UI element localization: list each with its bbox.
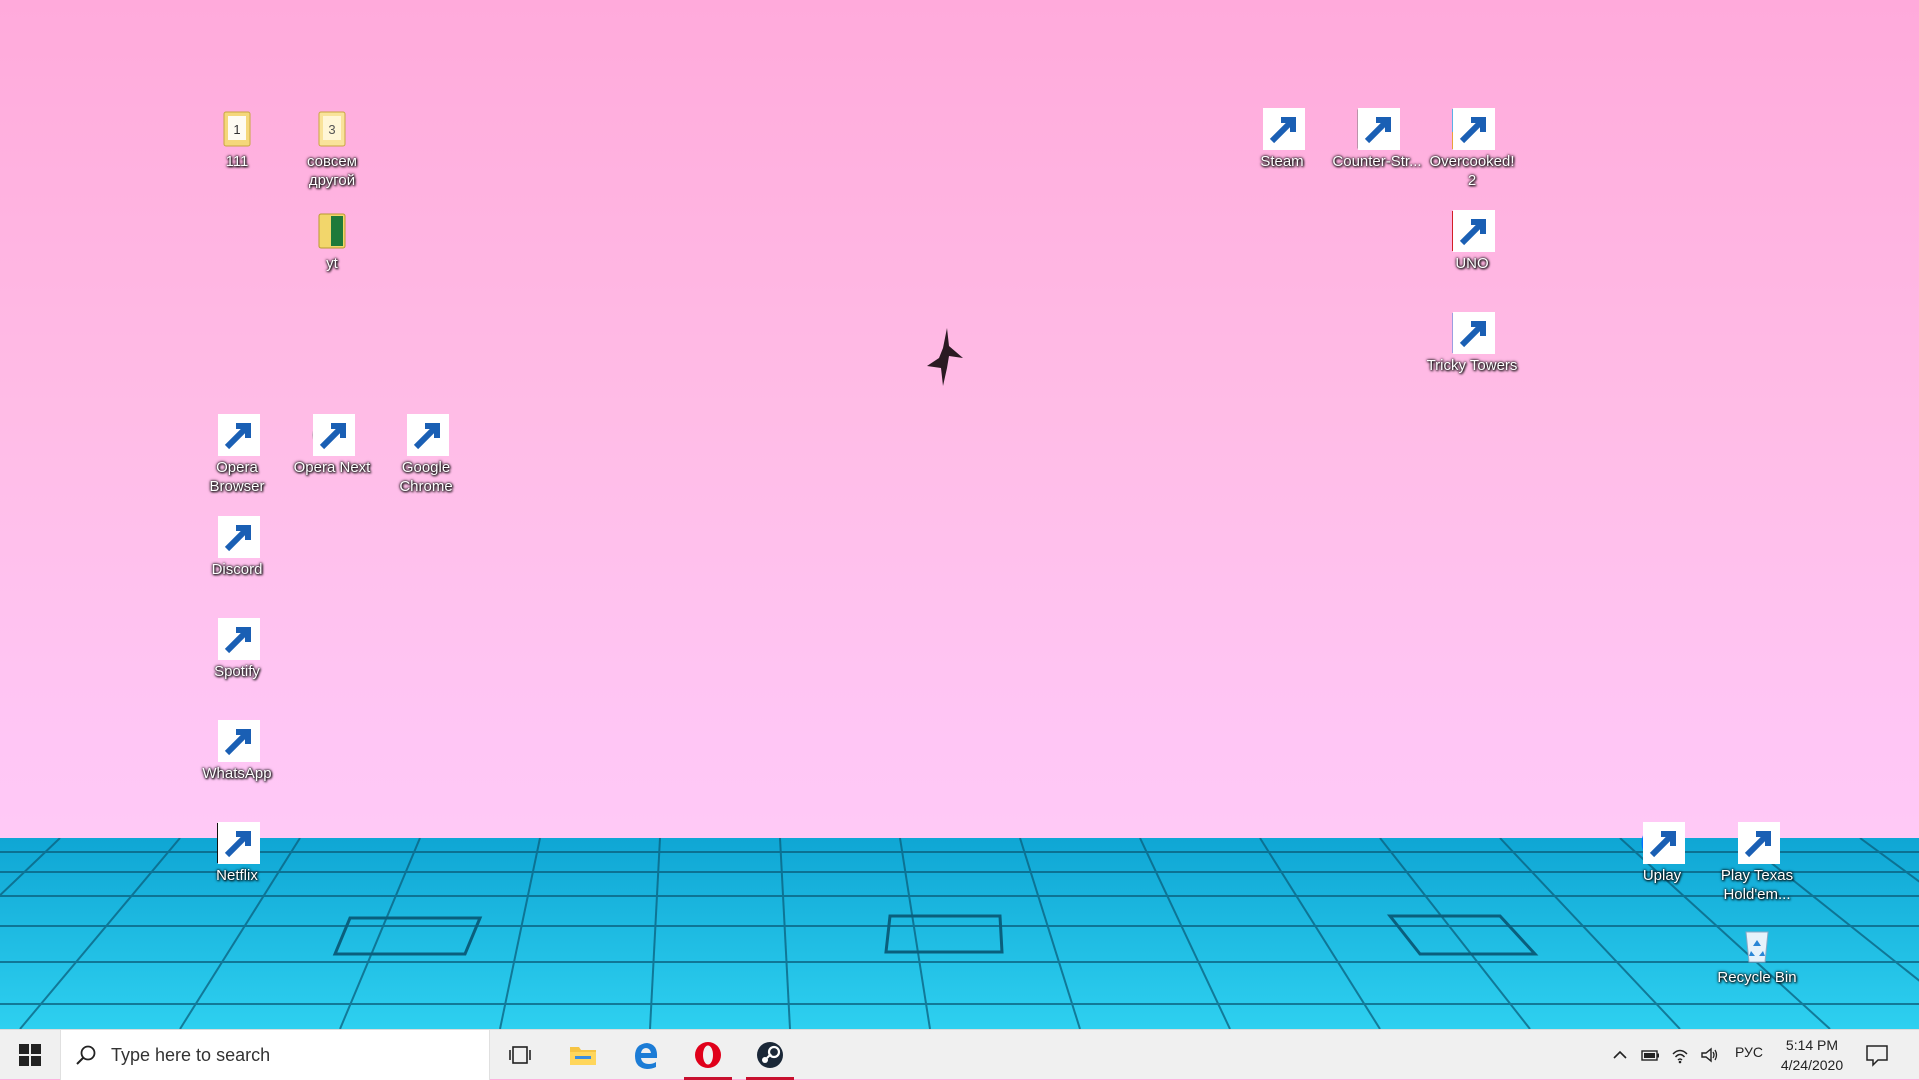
icon-label: UNO	[1455, 255, 1489, 272]
edge-button[interactable]	[618, 1030, 674, 1080]
desktop-icon-folder-yt[interactable]: yt	[284, 210, 380, 273]
taskbar: Type here to search РУС 5:14 PM 4/24/202…	[0, 1029, 1919, 1080]
clock-date: 4/24/2020	[1780, 1057, 1844, 1073]
icon-label: Uplay	[1642, 867, 1682, 884]
icon-label: 111	[225, 153, 249, 170]
volume-speaker-icon[interactable]	[1700, 1045, 1720, 1065]
input-language-indicator[interactable]: РУС	[1735, 1044, 1763, 1060]
start-button[interactable]	[0, 1030, 60, 1080]
show-hidden-icons-chevron-icon[interactable]	[1610, 1045, 1630, 1065]
desktop-icon-tricky-towers[interactable]: Tricky Towers	[1424, 312, 1520, 375]
task-view-button[interactable]	[492, 1030, 548, 1080]
steam-icon	[757, 1042, 783, 1068]
folder-icon	[318, 213, 346, 249]
desktop-icon-spotify[interactable]: Spotify	[189, 618, 285, 681]
shortcut-arrow-icon	[313, 414, 355, 456]
icon-label: Discord	[211, 561, 263, 578]
desktop-icon-overcooked[interactable]: Overcooked! 2	[1424, 108, 1520, 190]
desktop-icon-discord[interactable]: Discord	[189, 516, 285, 579]
shortcut-arrow-icon	[218, 516, 260, 558]
desktop-icon-folder-sovsem[interactable]: 3 совсем другой	[284, 108, 380, 190]
icon-label: yt	[326, 255, 338, 272]
shortcut-arrow-icon	[1643, 822, 1685, 864]
desktop-icon-opera-browser[interactable]: Opera Browser	[189, 414, 285, 496]
desktop-icon-steam[interactable]: Steam	[1234, 108, 1330, 171]
task-view-icon	[509, 1046, 531, 1064]
bird-silhouette	[927, 328, 963, 386]
shortcut-arrow-icon	[1263, 108, 1305, 150]
icon-label: Play Texas Hold'em...	[1720, 867, 1794, 903]
shortcut-arrow-icon	[218, 618, 260, 660]
desktop-icon-uno[interactable]: UNO UNO	[1424, 210, 1520, 273]
action-center-notification-icon[interactable]	[1864, 1042, 1890, 1068]
taskbar-clock[interactable]: 5:14 PM 4/24/2020	[1768, 1035, 1856, 1075]
shortcut-arrow-icon	[218, 720, 260, 762]
desktop-icon-opera-next[interactable]: Opera Next	[284, 414, 380, 477]
svg-text:3: 3	[328, 122, 335, 137]
icon-label: Opera Browser	[209, 459, 265, 495]
opera-taskbar-button[interactable]	[680, 1030, 736, 1080]
clock-time: 5:14 PM	[1785, 1037, 1839, 1053]
icon-label: Netflix	[216, 867, 258, 884]
shortcut-arrow-icon	[1453, 312, 1495, 354]
shortcut-arrow-icon	[218, 822, 260, 864]
icon-label: Opera Next	[293, 459, 371, 476]
svg-text:1: 1	[233, 122, 240, 137]
network-wifi-icon[interactable]	[1670, 1045, 1690, 1065]
shortcut-arrow-icon	[1453, 108, 1495, 150]
shortcut-arrow-icon	[218, 414, 260, 456]
icon-label: совсем другой	[307, 153, 357, 189]
search-icon	[76, 1045, 96, 1065]
icon-label: Recycle Bin	[1717, 969, 1797, 986]
file-explorer-button[interactable]	[555, 1030, 611, 1080]
icon-label: Google Chrome	[399, 459, 453, 495]
desktop-icon-whatsapp[interactable]: WhatsApp	[189, 720, 285, 783]
desktop-icon-texas-holdem[interactable]: Play Texas Hold'em...	[1709, 822, 1805, 904]
icon-label: Overcooked! 2	[1429, 153, 1515, 189]
taskbar-search-box[interactable]: Type here to search	[60, 1030, 490, 1080]
search-placeholder: Type here to search	[111, 1044, 271, 1065]
folder-icon: 1	[223, 111, 251, 147]
shortcut-arrow-icon	[1358, 108, 1400, 150]
desktop-icon-recycle-bin[interactable]: Recycle Bin	[1709, 924, 1805, 987]
desktop-icon-netflix[interactable]: Netflix	[189, 822, 285, 885]
icon-label: Tricky Towers	[1426, 357, 1518, 374]
desktop-icon-folder-111[interactable]: 1 111	[189, 108, 285, 171]
icon-label: WhatsApp	[202, 765, 272, 782]
shortcut-arrow-icon	[1738, 822, 1780, 864]
windows-logo-icon	[19, 1044, 41, 1066]
icon-label: Counter-Str...	[1332, 153, 1422, 170]
shortcut-arrow-icon	[407, 414, 449, 456]
desktop-icon-counter-strike[interactable]: Counter-Str...	[1329, 108, 1425, 171]
desktop-icon-uplay[interactable]: Uplay	[1614, 822, 1710, 885]
steam-taskbar-button[interactable]	[742, 1030, 798, 1080]
icon-label: Steam	[1260, 153, 1304, 170]
shortcut-arrow-icon	[1453, 210, 1495, 252]
folder-icon	[570, 1047, 596, 1065]
desktop-icon-google-chrome[interactable]: Google Chrome	[378, 414, 474, 496]
edge-icon	[635, 1043, 658, 1069]
icon-label: Spotify	[214, 663, 260, 680]
recycle-bin-icon	[1745, 931, 1769, 963]
folder-icon: 3	[318, 111, 346, 147]
battery-icon[interactable]	[1640, 1045, 1660, 1065]
opera-icon	[695, 1042, 721, 1068]
